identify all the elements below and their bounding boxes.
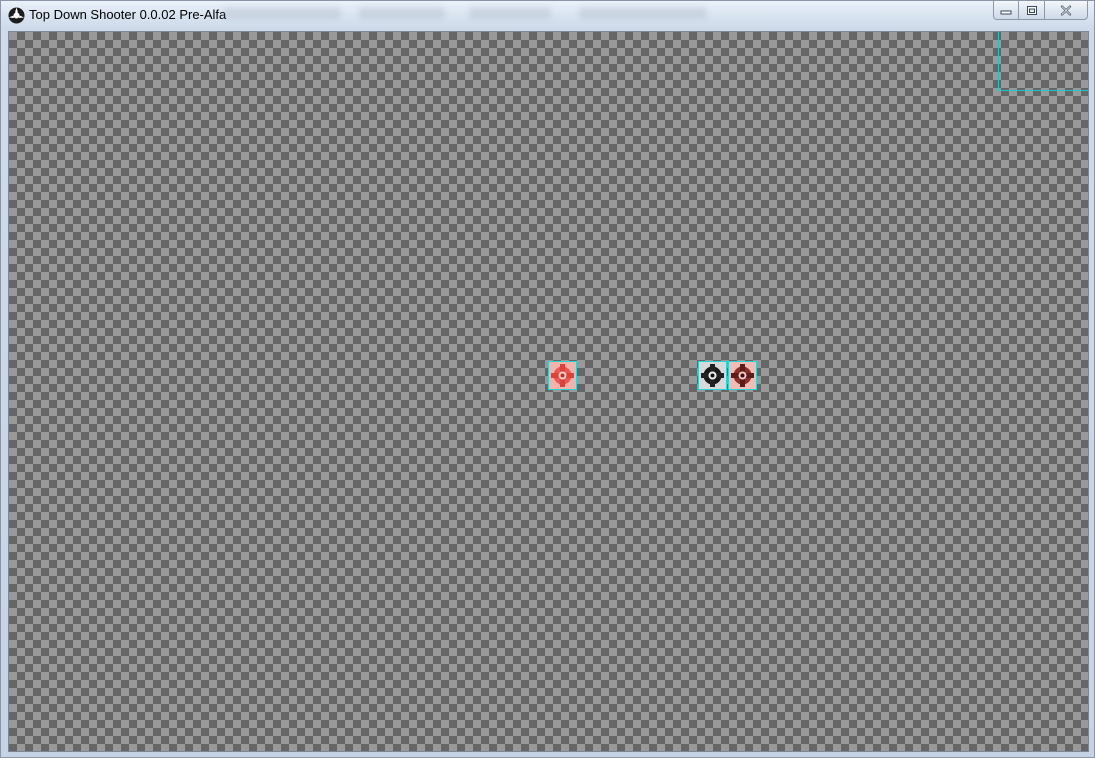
window-title: Top Down Shooter 0.0.02 Pre-Alfa [29, 7, 227, 22]
maximize-button[interactable] [1019, 1, 1045, 20]
restore-icon [1026, 5, 1037, 15]
enemy-sprite [548, 361, 577, 390]
red-character-icon [729, 362, 756, 389]
close-button[interactable] [1045, 1, 1088, 20]
blurred-taskbar-ghost [359, 7, 445, 19]
game-app-icon [8, 7, 25, 24]
minimize-button[interactable] [993, 1, 1019, 20]
window-controls [993, 1, 1088, 21]
enemy-sprite [728, 361, 757, 390]
red-character-icon [549, 362, 576, 389]
game-viewport[interactable] [8, 31, 1089, 752]
player-sprite [698, 361, 727, 390]
blurred-taskbar-ghost [579, 7, 707, 19]
close-icon [1060, 4, 1072, 16]
minimize-icon [1000, 10, 1012, 15]
title-bar[interactable]: Top Down Shooter 0.0.02 Pre-Alfa [1, 1, 1094, 30]
blurred-taskbar-ghost [223, 7, 341, 19]
blurred-taskbar-ghost [469, 7, 551, 19]
game-window: Top Down Shooter 0.0.02 Pre-Alfa [0, 0, 1095, 758]
hud-frame-corner [998, 32, 1088, 91]
black-character-icon [699, 362, 726, 389]
